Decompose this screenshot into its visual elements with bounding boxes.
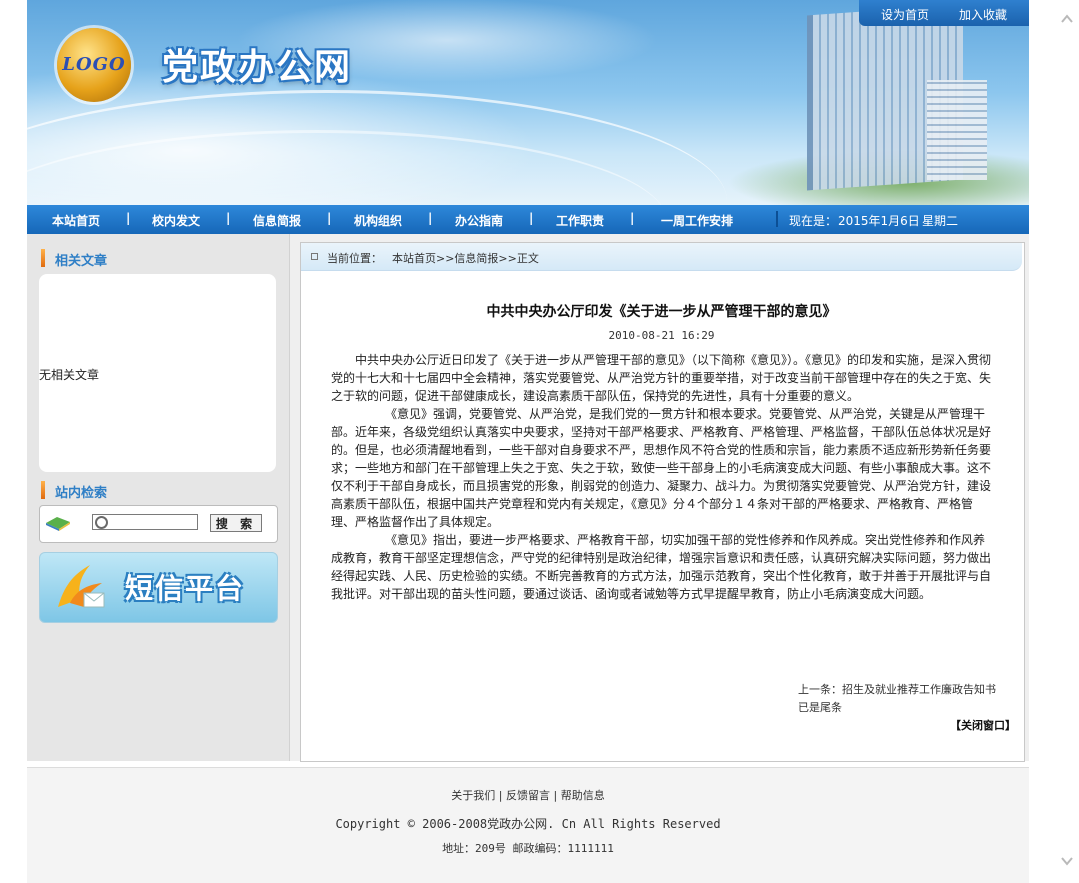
nav-item-documents[interactable]: 校内发文 — [152, 212, 200, 229]
search-box: 搜 索 — [39, 505, 278, 543]
nav-item-organization[interactable]: 机构组织 — [354, 212, 402, 229]
article-date: 2010-08-21 16:29 — [608, 329, 715, 342]
nav-separator: | — [327, 211, 332, 225]
site-title: 党政办公网 — [162, 47, 353, 88]
footer-links[interactable]: 关于我们 | 反馈留言 | 帮助信息 — [27, 787, 1029, 803]
nav-separator: | — [226, 211, 231, 225]
nav-separator: | — [428, 211, 433, 225]
article-panel: 当前位置： 本站首页>>信息简报>>正文 中共中央办公厅印发《关于进一步从严管理… — [300, 242, 1025, 762]
set-home-link[interactable]: 设为首页 — [881, 6, 929, 23]
related-empty-text: 无相关文章 — [39, 368, 100, 382]
chevron-up-icon — [1061, 14, 1073, 23]
search-button[interactable]: 搜 索 — [210, 514, 262, 532]
nav-item-weekly-schedule[interactable]: 一周工作安排 — [661, 212, 733, 229]
top-links-bar: 设为首页 加入收藏 — [859, 0, 1029, 26]
next-article-text: 已是尾条 — [798, 701, 842, 714]
breadcrumb: 当前位置： 本站首页>>信息简报>>正文 — [301, 243, 1022, 271]
heading-marker — [41, 249, 45, 267]
nav-item-guide[interactable]: 办公指南 — [455, 212, 503, 229]
article-paragraph: 《意见》强调，党要管党、从严治党，是我们党的一贯方针和根本要求。党要管党、从严治… — [331, 407, 992, 529]
sms-platform-banner[interactable]: 短信平台 — [39, 552, 278, 623]
site-search-title: 站内检索 — [55, 486, 108, 501]
footer-address: 地址：209号 邮政编码：1111111 — [442, 842, 614, 855]
footer: 关于我们 | 反馈留言 | 帮助信息 Copyright © 2006-2008… — [27, 767, 1029, 883]
page: LOGO 党政办公网 设为首页 加入收藏 本站首页 | 校内发文 | 信息简报 … — [27, 0, 1029, 883]
site-logo[interactable]: LOGO — [57, 28, 131, 102]
building-image — [927, 80, 987, 180]
heading-marker — [41, 481, 45, 499]
header-banner: LOGO 党政办公网 设为首页 加入收藏 — [27, 0, 1029, 205]
close-window-button[interactable]: 【关闭窗口】 — [950, 717, 1016, 733]
footer-copyright: Copyright © 2006-2008党政办公网. Cn All Right… — [335, 817, 721, 831]
nav-item-home[interactable]: 本站首页 — [52, 212, 100, 229]
logo-text: LOGO — [62, 54, 126, 75]
breadcrumb-label: 当前位置： — [327, 252, 382, 265]
book-icon — [46, 517, 70, 531]
article-body: 中共中央办公厅近日印发了《关于进一步从严管理干部的意见》（以下简称《意见》）。《… — [331, 351, 991, 603]
article-paragraph: 中共中央办公厅近日印发了《关于进一步从严管理干部的意见》（以下简称《意见》）。《… — [331, 353, 992, 403]
scrollbar[interactable] — [1056, 0, 1079, 882]
scroll-down-icon[interactable] — [1060, 854, 1074, 868]
content-area: 相关文章 无相关文章 站内检索 搜 索 短信平台 当前位置： 本站首页>>信息简… — [27, 234, 1029, 762]
breadcrumb-path[interactable]: 本站首页>>信息简报>>正文 — [392, 250, 539, 266]
date-divider — [776, 211, 778, 227]
chevron-down-icon — [1061, 857, 1073, 866]
article-title: 中共中央办公厅印发《关于进一步从严管理干部的意见》 — [486, 304, 837, 320]
date-value: 2015年1月6日 — [838, 214, 920, 228]
nav-item-briefings[interactable]: 信息简报 — [253, 212, 301, 229]
add-favorite-link[interactable]: 加入收藏 — [959, 6, 1007, 23]
nav-separator: | — [630, 211, 635, 225]
main-nav: 本站首页 | 校内发文 | 信息简报 | 机构组织 | 办公指南 | 工作职责 … — [27, 205, 1029, 234]
previous-article-link[interactable]: 上一条：招生及就业推荐工作廉政告知书 — [798, 681, 996, 697]
magnifier-icon — [95, 516, 108, 529]
article-paragraph: 《意见》指出，要进一步严格要求、严格教育干部，切实加强干部的党性修养和作风养成。… — [331, 533, 992, 601]
current-date: 现在是： 2015年1月6日 星期二 — [776, 205, 1029, 234]
breadcrumb-icon — [311, 253, 318, 260]
nav-item-duties[interactable]: 工作职责 — [556, 212, 604, 229]
sms-platform-label: 短信平台 — [125, 572, 246, 605]
scroll-up-icon[interactable] — [1060, 12, 1074, 26]
nav-separator: | — [529, 211, 534, 225]
sidebar: 相关文章 无相关文章 站内检索 搜 索 短信平台 — [27, 234, 290, 761]
date-label: 现在是： — [789, 214, 838, 228]
bird-icon — [58, 565, 105, 608]
nav-separator: | — [126, 211, 131, 225]
weekday: 星期二 — [922, 214, 959, 228]
related-articles-title: 相关文章 — [55, 254, 108, 269]
related-articles-box: 无相关文章 — [39, 274, 276, 472]
